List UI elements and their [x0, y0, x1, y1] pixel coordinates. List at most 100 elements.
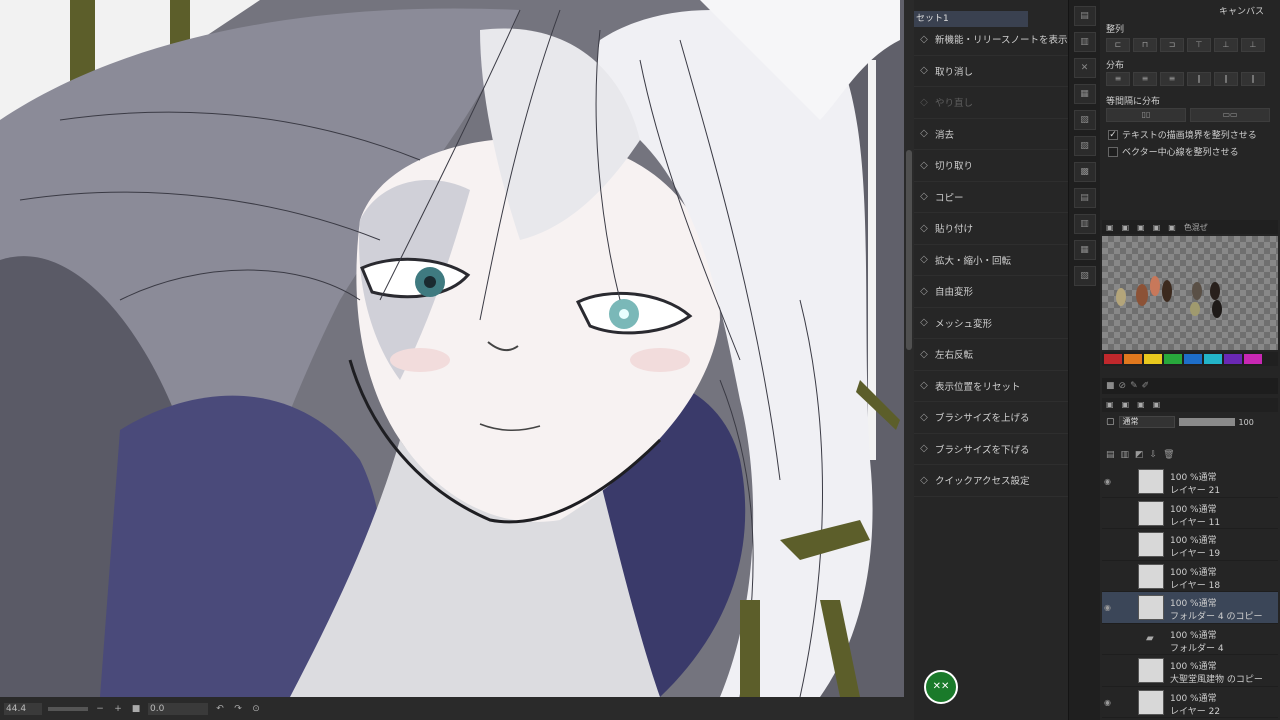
- menu-item[interactable]: ◇ 左右反転: [914, 339, 1068, 371]
- delete-layer-icon[interactable]: 🗑: [1163, 450, 1174, 460]
- palette-color[interactable]: [1204, 354, 1222, 364]
- panel-icon-3[interactable]: ✕: [1073, 58, 1096, 78]
- layer-row[interactable]: ◉ 100 %通常 レイヤー 21: [1102, 466, 1278, 498]
- palette-color[interactable]: [1104, 354, 1122, 364]
- panel-icon-2[interactable]: ▥: [1073, 32, 1096, 52]
- rotate-left-icon[interactable]: ↶: [214, 703, 226, 715]
- menu-item[interactable]: ◇ 取り消し: [914, 56, 1068, 87]
- panel-icon-8[interactable]: ▤: [1073, 188, 1096, 208]
- menu-item[interactable]: ◇ 拡大・縮小・回転: [914, 245, 1068, 276]
- vector-center-option[interactable]: ベクター中心線を整列させる: [1108, 145, 1239, 158]
- checkbox-unchecked[interactable]: [1108, 146, 1118, 157]
- canvas-vertical-scrollbar[interactable]: [904, 0, 914, 697]
- zoom-in-icon[interactable]: +: [112, 703, 124, 715]
- layer-row[interactable]: 100 %通常 レイヤー 18: [1102, 560, 1278, 592]
- checkbox-checked[interactable]: ✓: [1108, 129, 1118, 140]
- palette-tab-icon[interactable]: ▣: [1118, 221, 1134, 234]
- zoom-out-icon[interactable]: −: [94, 703, 106, 715]
- opacity-slider[interactable]: [1178, 418, 1235, 426]
- palette-color[interactable]: [1144, 354, 1162, 364]
- mix-color-swatch[interactable]: [1190, 302, 1200, 316]
- palette-color[interactable]: [1224, 354, 1242, 364]
- mix-color-swatch[interactable]: [1162, 280, 1172, 302]
- distribute-top-icon[interactable]: ∥: [1187, 72, 1211, 86]
- panel-icon-5[interactable]: ▧: [1073, 110, 1096, 130]
- mix-color-swatch[interactable]: [1150, 276, 1160, 296]
- eraser-icon[interactable]: ✐: [1142, 381, 1150, 391]
- panel-icon-11[interactable]: ▧: [1073, 266, 1096, 286]
- palette-tab-mix[interactable]: 色混ぜ: [1180, 220, 1212, 235]
- palette-color[interactable]: [1244, 354, 1262, 364]
- scrollbar-thumb[interactable]: [906, 150, 912, 350]
- zoom-field[interactable]: 44.4: [4, 702, 42, 715]
- menu-item[interactable]: ◇ クイックアクセス設定: [914, 465, 1068, 497]
- menu-item[interactable]: ◇ 消去: [914, 119, 1068, 150]
- palette-color[interactable]: [1184, 354, 1202, 364]
- visibility-eye-icon[interactable]: ◉: [1104, 477, 1116, 486]
- align-left-icon[interactable]: ⊏: [1106, 38, 1130, 52]
- drawing-canvas[interactable]: [0, 0, 904, 697]
- layer-tab-icon[interactable]: ▣: [1149, 398, 1165, 411]
- panel-icon-6[interactable]: ▨: [1073, 136, 1096, 156]
- align-right-icon[interactable]: ⊐: [1160, 38, 1184, 52]
- rotate-right-icon[interactable]: ↷: [232, 703, 244, 715]
- mask-icon[interactable]: ◩: [1135, 450, 1144, 460]
- palette-tab-icon[interactable]: ▣: [1133, 221, 1149, 234]
- palette-tab-icon[interactable]: ▣: [1164, 221, 1180, 234]
- menu-item[interactable]: ◇ 表示位置をリセット: [914, 371, 1068, 402]
- mix-color-swatch[interactable]: [1212, 300, 1222, 318]
- menu-item[interactable]: ◇ ブラシサイズを上げる: [914, 402, 1068, 434]
- palette-tab-icon[interactable]: ▣: [1102, 221, 1118, 234]
- distribute-center-h-icon[interactable]: ≡: [1133, 72, 1157, 86]
- visibility-eye-icon[interactable]: ◉: [1104, 603, 1116, 612]
- layer-row[interactable]: 100 %通常 レイヤー 11: [1102, 497, 1278, 529]
- eyedropper-icon[interactable]: ⊘: [1119, 381, 1127, 391]
- layer-row[interactable]: 100 %通常 大聖堂風建物 のコピー: [1102, 655, 1278, 687]
- equal-h-icon[interactable]: ▯▯: [1106, 108, 1186, 122]
- reset-rotate-icon[interactable]: ⊙: [250, 703, 262, 715]
- align-bottom-icon[interactable]: ⊥: [1241, 38, 1265, 52]
- layer-row[interactable]: ◉ 100 %通常 レイヤー 22: [1102, 686, 1278, 718]
- mix-color-swatch[interactable]: [1116, 288, 1126, 306]
- menu-item[interactable]: ◇ 貼り付け: [914, 213, 1068, 245]
- align-top-icon[interactable]: ⊤: [1187, 38, 1211, 52]
- distribute-center-v-icon[interactable]: ∥: [1214, 72, 1238, 86]
- layer-tab-icon[interactable]: ▣: [1133, 398, 1149, 411]
- visibility-eye-icon[interactable]: ◉: [1104, 698, 1116, 707]
- distribute-bottom-icon[interactable]: ∥: [1241, 72, 1265, 86]
- brush-icon[interactable]: ✎: [1130, 381, 1138, 391]
- opacity-value[interactable]: 100: [1239, 418, 1254, 427]
- panel-icon-4[interactable]: ▦: [1073, 84, 1096, 104]
- palette-color[interactable]: [1164, 354, 1182, 364]
- layer-lock-icon[interactable]: ▢: [1106, 417, 1115, 427]
- new-folder-icon[interactable]: ▥: [1121, 450, 1130, 460]
- mix-color-swatch[interactable]: [1210, 282, 1220, 300]
- menu-item[interactable]: ◇ 自由変形: [914, 276, 1068, 308]
- menu-item[interactable]: ◇ コピー: [914, 182, 1068, 213]
- color-mixing-area[interactable]: [1102, 236, 1278, 350]
- panel-icon-9[interactable]: ▥: [1073, 214, 1096, 234]
- fit-icon[interactable]: ■: [130, 703, 142, 715]
- equal-v-icon[interactable]: ▭▭: [1190, 108, 1270, 122]
- layer-row[interactable]: ▰ 100 %通常 フォルダー 4: [1102, 623, 1278, 655]
- mix-color-swatch[interactable]: [1136, 284, 1148, 306]
- panel-icon-7[interactable]: ▩: [1073, 162, 1096, 182]
- new-layer-icon[interactable]: ▤: [1106, 450, 1115, 460]
- menu-item[interactable]: ◇ メッシュ変形: [914, 308, 1068, 339]
- angle-field[interactable]: 0.0: [148, 702, 208, 715]
- panel-icon-1[interactable]: ▤: [1073, 6, 1096, 26]
- mix-color-swatch[interactable]: [1192, 282, 1202, 300]
- distribute-left-icon[interactable]: ≡: [1106, 72, 1130, 86]
- layer-tab-icon[interactable]: ▣: [1102, 398, 1118, 411]
- zoom-slider[interactable]: [48, 706, 88, 711]
- palette-color[interactable]: [1124, 354, 1142, 364]
- set-tab[interactable]: セット1: [914, 11, 1028, 27]
- align-center-h-icon[interactable]: ⊓: [1133, 38, 1157, 52]
- align-center-v-icon[interactable]: ⊥: [1214, 38, 1238, 52]
- palette-tab-icon[interactable]: ▣: [1149, 221, 1165, 234]
- foreground-color-icon[interactable]: ■: [1106, 381, 1115, 391]
- layer-row[interactable]: 100 %通常 レイヤー 19: [1102, 529, 1278, 561]
- text-bounds-option[interactable]: ✓ テキストの描画境界を整列させる: [1108, 128, 1257, 141]
- menu-item[interactable]: ◇ ブラシサイズを下げる: [914, 434, 1068, 465]
- layer-tab-icon[interactable]: ▣: [1118, 398, 1134, 411]
